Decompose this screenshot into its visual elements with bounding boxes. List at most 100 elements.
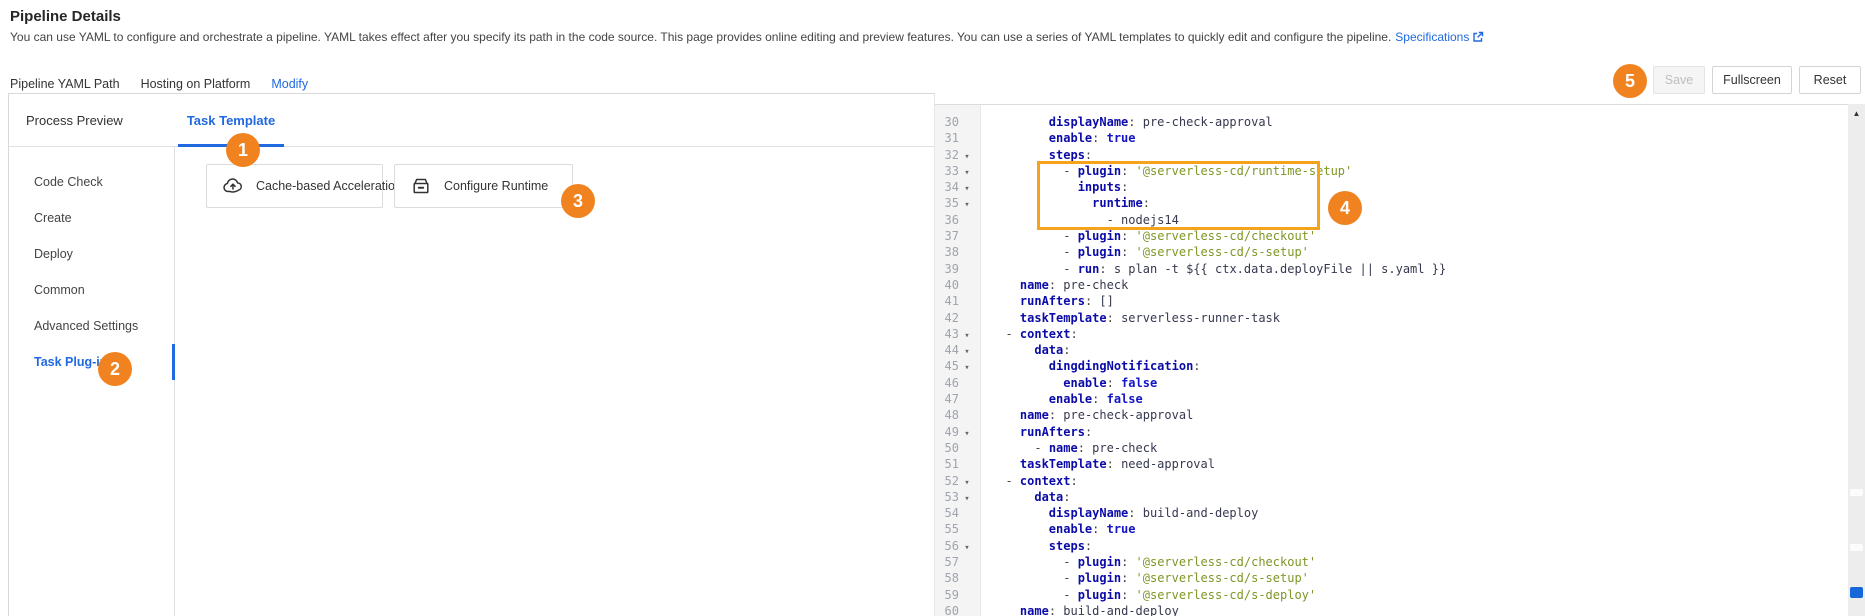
- gutter-line[interactable]: 36: [935, 212, 980, 228]
- sidebar-item-deploy[interactable]: Deploy: [9, 236, 174, 272]
- gutter-line[interactable]: 60: [935, 603, 980, 616]
- scrollbar-mark: [1850, 544, 1863, 551]
- tab-bar: Process Preview Task Template: [9, 94, 934, 147]
- gutter-line[interactable]: 50: [935, 440, 980, 456]
- gutter-line[interactable]: 54: [935, 505, 980, 521]
- gutter-line[interactable]: 46: [935, 375, 980, 391]
- annotation-badge-1: 1: [226, 133, 260, 167]
- code-line[interactable]: - name: pre-check: [991, 440, 1848, 456]
- gutter-line[interactable]: 57: [935, 554, 980, 570]
- gutter-line[interactable]: 45 ▾: [935, 358, 980, 374]
- card-label: Cache-based Acceleration: [256, 179, 402, 193]
- code-line[interactable]: - plugin: '@serverless-cd/s-setup': [991, 244, 1848, 260]
- scrollbar-marker-blue: [1850, 587, 1863, 598]
- gutter-line[interactable]: 42: [935, 310, 980, 326]
- sidebar-item-advanced-settings[interactable]: Advanced Settings: [9, 308, 174, 344]
- code-line[interactable]: - plugin: '@serverless-cd/s-deploy': [991, 587, 1848, 603]
- code-line[interactable]: - plugin: '@serverless-cd/runtime-setup': [991, 163, 1848, 179]
- gutter-line[interactable]: 55: [935, 521, 980, 537]
- editor-scrollbar[interactable]: ▲: [1848, 104, 1865, 616]
- pipeline-yaml-path-label: Pipeline YAML Path: [10, 77, 120, 91]
- code-line[interactable]: steps:: [991, 538, 1848, 554]
- sidebar-item-common[interactable]: Common: [9, 272, 174, 308]
- code-line[interactable]: name: pre-check-approval: [991, 407, 1848, 423]
- code-line[interactable]: enable: true: [991, 521, 1848, 537]
- gutter-line[interactable]: 44 ▾: [935, 342, 980, 358]
- code-line[interactable]: enable: true: [991, 130, 1848, 146]
- description-text: You can use YAML to configure and orches…: [10, 30, 1392, 44]
- save-button[interactable]: Save: [1653, 66, 1705, 94]
- code-line[interactable]: - plugin: '@serverless-cd/s-setup': [991, 570, 1848, 586]
- task-template-panel: Process Preview Task Template Code Check…: [8, 93, 935, 616]
- gutter-line[interactable]: 39: [935, 261, 980, 277]
- code-line[interactable]: - run: s plan -t ${{ ctx.data.deployFile…: [991, 261, 1848, 277]
- code-line[interactable]: inputs:: [991, 179, 1848, 195]
- code-line[interactable]: runAfters: []: [991, 293, 1848, 309]
- gutter-line[interactable]: 38: [935, 244, 980, 260]
- gutter-line[interactable]: 32 ▾: [935, 147, 980, 163]
- code-line[interactable]: enable: false: [991, 391, 1848, 407]
- gutter-line[interactable]: 59: [935, 587, 980, 603]
- yaml-editor[interactable]: 30 31 32 ▾ 33 ▾ 34 ▾ 35 ▾ 36 37 38 39 40 41 42 43 ▾ 44 ▾ 45 ▾ 4…: [935, 104, 1848, 616]
- gutter-line[interactable]: 58: [935, 570, 980, 586]
- fullscreen-button[interactable]: Fullscreen: [1712, 66, 1792, 94]
- editor-code[interactable]: displayName: pre-check-approval enable: …: [981, 105, 1848, 616]
- code-line[interactable]: name: build-and-deploy: [991, 603, 1848, 616]
- sidebar-item-code-check[interactable]: Code Check: [9, 164, 174, 200]
- code-line[interactable]: runtime:: [991, 195, 1848, 211]
- code-line[interactable]: - plugin: '@serverless-cd/checkout': [991, 554, 1848, 570]
- gutter-line[interactable]: 48: [935, 407, 980, 423]
- code-line[interactable]: - plugin: '@serverless-cd/checkout': [991, 228, 1848, 244]
- gutter-line[interactable]: 33 ▾: [935, 163, 980, 179]
- gutter-line[interactable]: 34 ▾: [935, 179, 980, 195]
- card-configure-runtime[interactable]: Configure Runtime: [394, 164, 573, 208]
- tab-process-preview[interactable]: Process Preview: [26, 94, 123, 147]
- gutter-line[interactable]: 30: [935, 114, 980, 130]
- cloud-upload-icon: [221, 174, 245, 198]
- code-line[interactable]: - context:: [991, 473, 1848, 489]
- gutter-line[interactable]: 53 ▾: [935, 489, 980, 505]
- code-line[interactable]: dingdingNotification:: [991, 358, 1848, 374]
- page-description: You can use YAML to configure and orches…: [10, 30, 1484, 44]
- gutter-line[interactable]: 51: [935, 456, 980, 472]
- code-line[interactable]: enable: false: [991, 375, 1848, 391]
- gutter-line[interactable]: 49 ▾: [935, 424, 980, 440]
- reset-button[interactable]: Reset: [1799, 66, 1861, 94]
- specifications-link[interactable]: Specifications: [1395, 30, 1484, 44]
- code-line[interactable]: taskTemplate: need-approval: [991, 456, 1848, 472]
- modify-link[interactable]: Modify: [271, 77, 308, 91]
- gutter-line[interactable]: 56 ▾: [935, 538, 980, 554]
- sidebar-item-create[interactable]: Create: [9, 200, 174, 236]
- code-line[interactable]: displayName: pre-check-approval: [991, 114, 1848, 130]
- pipeline-yaml-path-value: Hosting on Platform: [140, 77, 251, 91]
- archive-box-icon: [409, 174, 433, 198]
- card-cache-based-acceleration[interactable]: Cache-based Acceleration: [206, 164, 402, 208]
- gutter-line[interactable]: 40: [935, 277, 980, 293]
- code-line[interactable]: - nodejs14: [991, 212, 1848, 228]
- annotation-badge-3: 3: [561, 184, 595, 218]
- code-line[interactable]: displayName: build-and-deploy: [991, 505, 1848, 521]
- gutter-line[interactable]: 47: [935, 391, 980, 407]
- gutter-line[interactable]: 41: [935, 293, 980, 309]
- action-buttons: Save Fullscreen Reset: [1653, 66, 1861, 94]
- code-line[interactable]: steps:: [991, 147, 1848, 163]
- annotation-badge-4: 4: [1328, 191, 1362, 225]
- code-line[interactable]: name: pre-check: [991, 277, 1848, 293]
- gutter-line[interactable]: 37: [935, 228, 980, 244]
- sidebar-item-task-plug-in[interactable]: Task Plug-in: [9, 344, 175, 380]
- external-link-icon: [1472, 31, 1484, 43]
- gutter-line[interactable]: 31: [935, 130, 980, 146]
- code-line[interactable]: - context:: [991, 326, 1848, 342]
- template-category-nav: Code Check Create Deploy Common Advanced…: [9, 147, 175, 616]
- annotation-badge-5: 5: [1613, 64, 1647, 98]
- gutter-line[interactable]: 52 ▾: [935, 473, 980, 489]
- caret-up-icon[interactable]: ▲: [1848, 109, 1865, 118]
- editor-gutter[interactable]: 30 31 32 ▾ 33 ▾ 34 ▾ 35 ▾ 36 37 38 39 40 41 42 43 ▾ 44 ▾ 45 ▾ 4…: [935, 105, 981, 616]
- code-line[interactable]: taskTemplate: serverless-runner-task: [991, 310, 1848, 326]
- gutter-line[interactable]: 43 ▾: [935, 326, 980, 342]
- code-line[interactable]: data:: [991, 342, 1848, 358]
- code-line[interactable]: runAfters:: [991, 424, 1848, 440]
- page-title: Pipeline Details: [10, 8, 121, 25]
- gutter-line[interactable]: 35 ▾: [935, 195, 980, 211]
- code-line[interactable]: data:: [991, 489, 1848, 505]
